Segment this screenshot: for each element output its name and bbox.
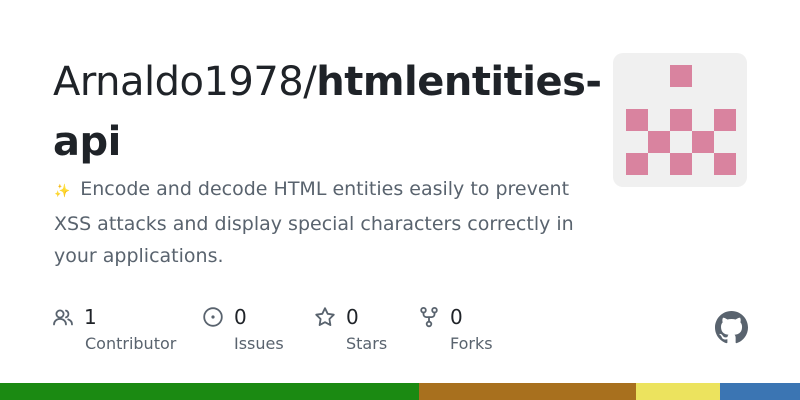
avatar-pixel [670,65,692,87]
star-icon [314,306,336,328]
language-bar [0,383,800,400]
fork-icon [418,306,440,328]
sparkles-icon: ✨ [54,184,70,199]
avatar-pixel [670,153,692,175]
repo-name-part-1: htmlentities- [316,59,602,105]
people-icon [52,306,74,328]
issue-opened-icon [202,306,224,328]
avatar-pixel [648,131,670,153]
star-count: 0 [346,305,359,329]
repo-title[interactable]: Arnaldo1978/htmlentities-api [53,52,602,172]
avatar-pixel [714,153,736,175]
repo-description-text: Encode and decode HTML entities easily t… [54,178,574,267]
avatar-pixel [626,153,648,175]
repo-name-part-2: api [53,119,121,165]
issue-count: 0 [234,305,247,329]
language-segment [419,383,636,400]
stat-contributors[interactable]: 1 Contributor [52,304,176,353]
avatar-pixel [626,109,648,131]
issues-label: Issues [234,334,284,353]
stars-label: Stars [346,334,388,353]
stat-forks[interactable]: 0 Forks [418,304,493,353]
fork-count: 0 [450,305,463,329]
language-segment [0,383,420,400]
repo-social-card: Arnaldo1978/htmlentities-api ✨ Encode an… [0,0,800,400]
contributor-label: Contributor [85,334,177,353]
language-segment [635,383,720,400]
repo-owner[interactable]: Arnaldo1978/ [53,59,317,105]
forks-label: Forks [450,334,493,353]
language-segment [719,383,800,400]
avatar-pixel [692,131,714,153]
owner-avatar[interactable] [613,53,747,187]
avatar-pixel [714,109,736,131]
avatar-pixel [670,109,692,131]
github-mark-icon[interactable] [715,311,748,344]
stat-issues[interactable]: 0 Issues [202,304,284,353]
contributor-count: 1 [84,305,97,329]
repo-description: ✨ Encode and decode HTML entities easily… [54,173,574,272]
stat-stars[interactable]: 0 Stars [314,304,387,353]
